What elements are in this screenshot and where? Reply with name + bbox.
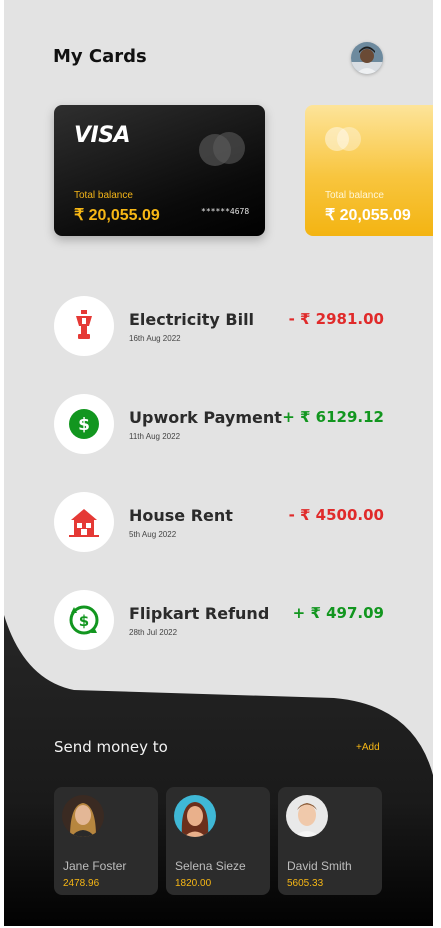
- transaction-item[interactable]: $ Upwork Payment 11th Aug 2022 + ₹ 6129.…: [54, 394, 384, 456]
- card-balance-amount: ₹ 20,055.09: [74, 207, 160, 224]
- card-chip-icon: [337, 127, 361, 151]
- contact-avatar: [286, 795, 328, 837]
- contact-name: David Smith: [287, 859, 352, 873]
- contact-avatar: [174, 795, 216, 837]
- contact-amount: 2478.96: [63, 878, 100, 889]
- transaction-date: 16th Aug 2022: [129, 334, 181, 343]
- add-contact-button[interactable]: +Add: [356, 742, 380, 753]
- phone-screen: My Cards VISA Total balance ₹ 20,055.09 …: [4, 0, 433, 926]
- contact-card[interactable]: David Smith 5605.33: [278, 787, 382, 895]
- transaction-amount: - ₹ 2981.00: [288, 310, 384, 328]
- transaction-date: 11th Aug 2022: [129, 432, 181, 441]
- contact-name: Jane Foster: [63, 859, 127, 873]
- profile-avatar[interactable]: [351, 42, 383, 74]
- contact-avatar: [62, 795, 104, 837]
- visa-card[interactable]: VISA Total balance ₹ 20,055.09 ******467…: [54, 105, 265, 236]
- contact-amount: 1820.00: [175, 878, 212, 889]
- contact-avatar-icon: [62, 795, 104, 837]
- send-money-title: Send money to: [54, 738, 168, 756]
- house-icon: [54, 492, 114, 552]
- contact-amount: 5605.33: [287, 878, 324, 889]
- transaction-item[interactable]: Electricity Bill 16th Aug 2022 - ₹ 2981.…: [54, 296, 384, 358]
- transaction-title: Electricity Bill: [129, 310, 255, 329]
- card-balance-label: Total balance: [325, 190, 384, 201]
- transaction-amount: + ₹ 6129.12: [282, 408, 384, 426]
- electricity-icon: [54, 296, 114, 356]
- contact-card[interactable]: Selena Sieze 1820.00: [166, 787, 270, 895]
- transaction-item[interactable]: House Rent 5th Aug 2022 - ₹ 4500.00: [54, 492, 384, 554]
- page-title: My Cards: [53, 46, 147, 67]
- contact-name: Selena Sieze: [175, 859, 246, 873]
- contact-card[interactable]: Jane Foster 2478.96: [54, 787, 158, 895]
- profile-avatar-icon: [351, 42, 383, 74]
- svg-text:$: $: [78, 415, 90, 435]
- card-number: ******4678: [201, 207, 250, 216]
- contact-avatar-icon: [286, 795, 328, 837]
- card-balance-label: Total balance: [74, 190, 133, 201]
- transaction-date: 5th Aug 2022: [129, 530, 177, 539]
- dollar-icon: $: [54, 394, 114, 454]
- transaction-amount: - ₹ 4500.00: [288, 506, 384, 524]
- transaction-title: House Rent: [129, 506, 233, 525]
- contact-avatar-icon: [174, 795, 216, 837]
- card-balance-amount: ₹ 20,055.09: [325, 207, 411, 224]
- gold-card[interactable]: Total balance ₹ 20,055.09: [305, 105, 433, 236]
- card-chip-icon: [213, 132, 245, 164]
- visa-logo: VISA: [74, 123, 131, 148]
- transaction-title: Upwork Payment: [129, 408, 282, 427]
